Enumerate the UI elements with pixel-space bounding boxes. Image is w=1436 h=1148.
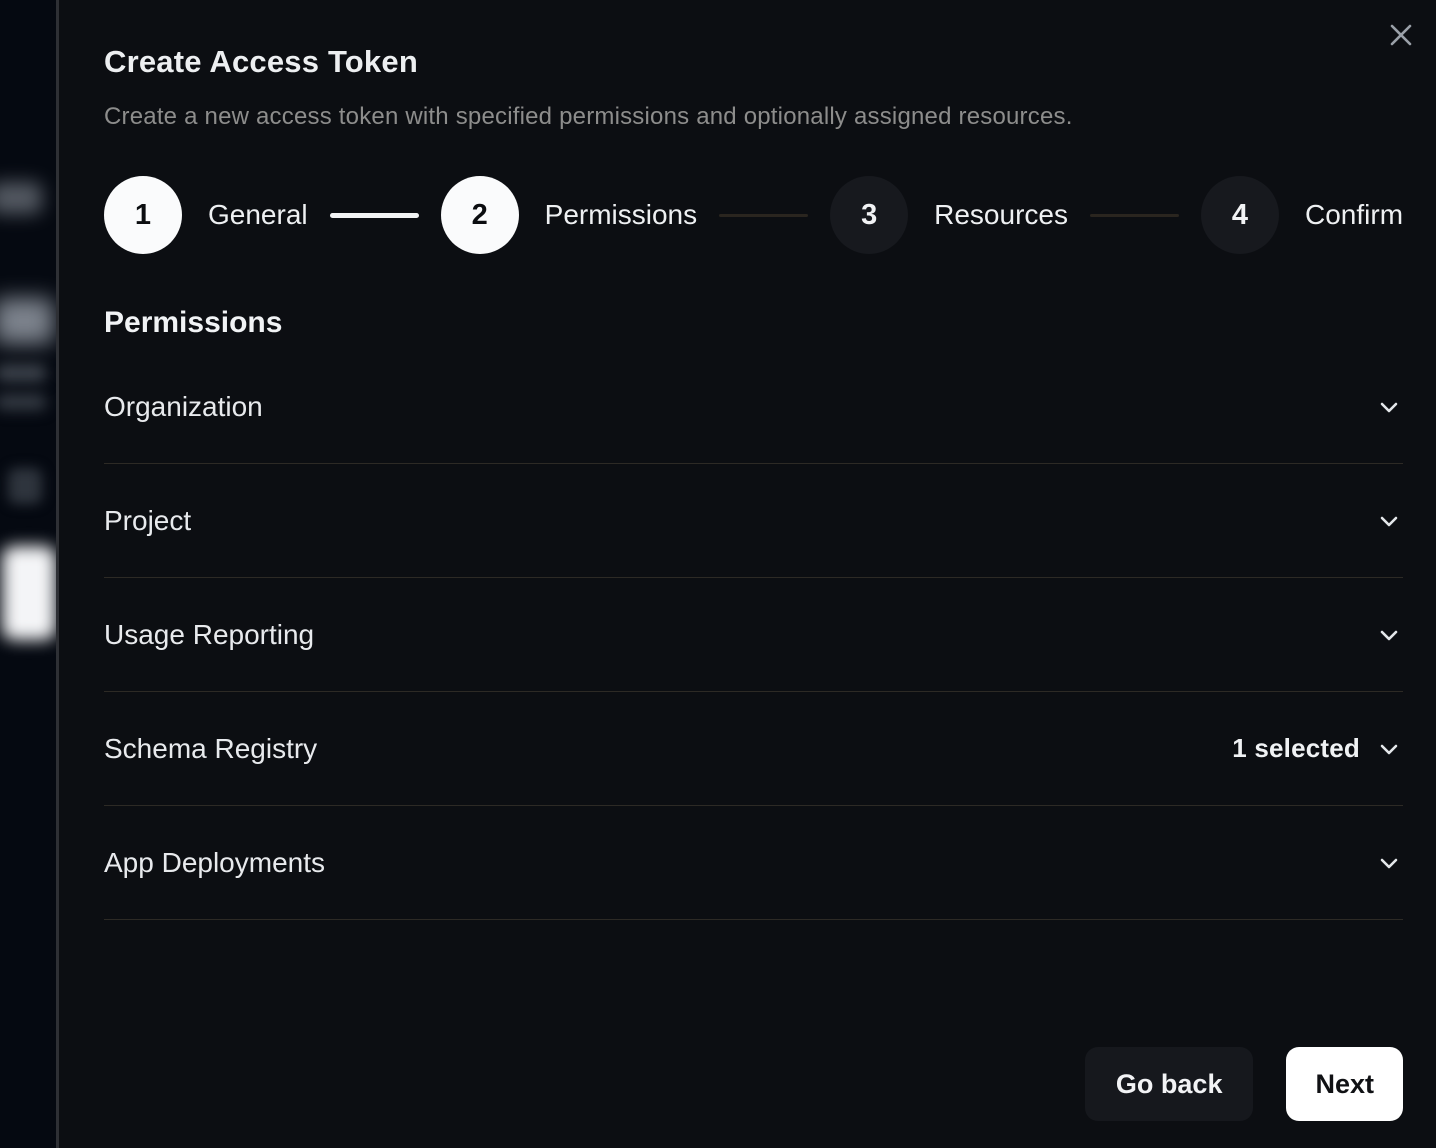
chevron-down-icon <box>1375 735 1403 763</box>
dialog-title: Create Access Token <box>104 44 1403 80</box>
accordion-row-label: App Deployments <box>104 847 325 879</box>
accordion-row-app-deployments[interactable]: App Deployments <box>104 806 1403 920</box>
permissions-heading: Permissions <box>104 306 1403 340</box>
accordion-row-usage-reporting[interactable]: Usage Reporting <box>104 578 1403 692</box>
close-button[interactable] <box>1384 18 1418 52</box>
step-connector-complete <box>330 213 419 218</box>
backdrop-blur-shape <box>0 298 54 344</box>
chevron-down-icon <box>1375 393 1403 421</box>
step-confirm[interactable]: 4 Confirm <box>1201 176 1403 254</box>
step-permissions[interactable]: 2 Permissions <box>441 176 697 254</box>
dialog-footer: Go back Next <box>1085 1047 1403 1121</box>
backdrop-blur-shape <box>0 364 46 382</box>
backdrop-blur-shape <box>0 182 42 214</box>
accordion-row-project[interactable]: Project <box>104 464 1403 578</box>
step-label: General <box>208 199 308 231</box>
step-number-badge: 2 <box>441 176 519 254</box>
step-label: Resources <box>934 199 1068 231</box>
chevron-down-icon <box>1375 507 1403 535</box>
go-back-button[interactable]: Go back <box>1085 1047 1254 1121</box>
create-access-token-dialog: Create Access Token Create a new access … <box>56 0 1436 1148</box>
close-icon <box>1388 22 1414 48</box>
accordion-row-organization[interactable]: Organization <box>104 350 1403 464</box>
next-button[interactable]: Next <box>1286 1047 1403 1121</box>
backdrop-blur-shape <box>0 394 46 410</box>
dialog-subtitle: Create a new access token with specified… <box>104 103 1403 131</box>
backdrop-blur-shape <box>8 468 42 504</box>
step-resources[interactable]: 3 Resources <box>830 176 1068 254</box>
chevron-down-icon <box>1375 849 1403 877</box>
accordion-row-label: Project <box>104 505 191 537</box>
step-label: Permissions <box>545 199 697 231</box>
chevron-down-icon <box>1375 621 1403 649</box>
accordion-row-label: Usage Reporting <box>104 619 314 651</box>
step-general[interactable]: 1 General <box>104 176 308 254</box>
step-connector-upcoming <box>1090 214 1179 217</box>
step-label: Confirm <box>1305 199 1403 231</box>
step-number-badge: 3 <box>830 176 908 254</box>
step-number-badge: 1 <box>104 176 182 254</box>
permission-groups-list: Organization Project Usage Reporting <box>104 350 1403 920</box>
accordion-row-label: Schema Registry <box>104 733 317 765</box>
stepper: 1 General 2 Permissions 3 Resources 4 Co… <box>104 176 1403 254</box>
step-connector-upcoming <box>719 214 808 217</box>
accordion-row-label: Organization <box>104 391 263 423</box>
backdrop-blur-shape <box>2 546 56 640</box>
selection-count-badge: 1 selected <box>1232 733 1360 764</box>
background-page <box>0 0 56 1148</box>
step-number-badge: 4 <box>1201 176 1279 254</box>
accordion-row-schema-registry[interactable]: Schema Registry 1 selected <box>104 692 1403 806</box>
